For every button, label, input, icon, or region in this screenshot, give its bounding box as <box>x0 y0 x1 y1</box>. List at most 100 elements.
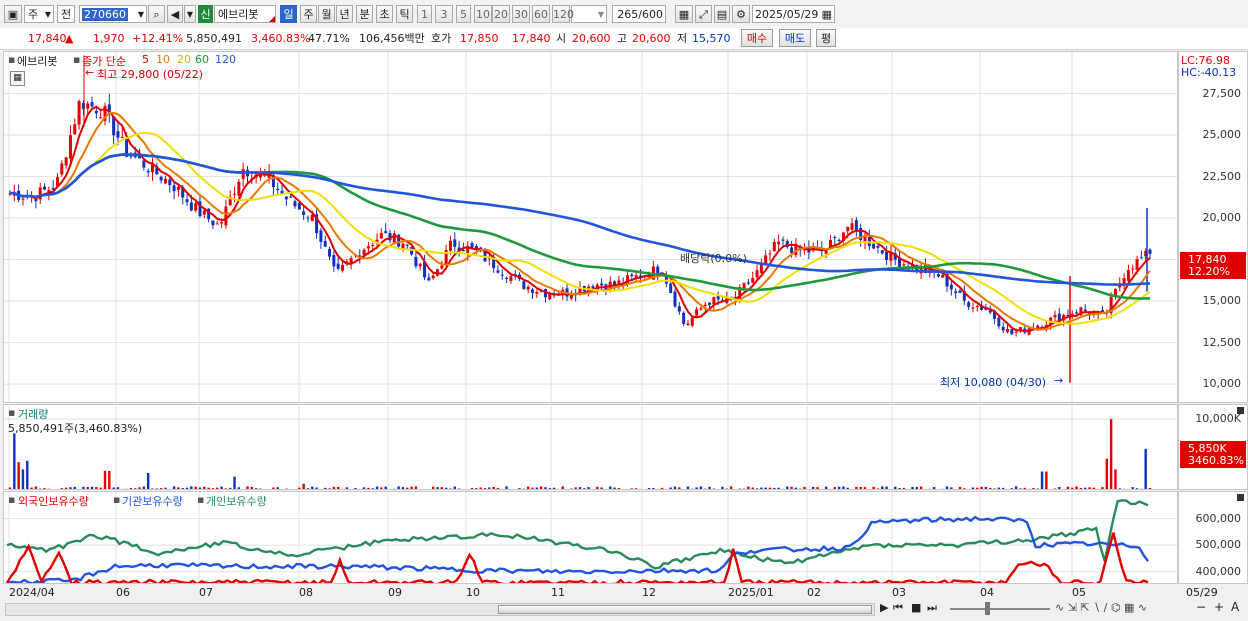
sell-button[interactable]: 매도 <box>779 29 811 47</box>
price-chart[interactable] <box>4 52 1178 403</box>
volume-bar <box>233 476 236 489</box>
x-axis-label: 10 <box>466 586 480 599</box>
period-type-select[interactable]: 주 ▼ <box>24 5 54 23</box>
chevron-down-icon[interactable]: ▼ <box>184 5 196 23</box>
minute-button-5[interactable]: 5 <box>456 5 471 23</box>
eval-button[interactable]: 평 <box>816 29 836 47</box>
volume-bar <box>401 487 405 489</box>
date-picker[interactable]: 2025/05/29 ▦ <box>752 5 835 23</box>
volume-bar <box>457 488 461 489</box>
stock-code-input[interactable]: 270660 ▼ <box>79 5 147 23</box>
volume-chart[interactable] <box>4 405 1178 490</box>
bar-count-field[interactable]: 265/600 <box>612 5 666 23</box>
candle-body <box>185 199 189 203</box>
candle-body <box>427 277 431 281</box>
price-chart-panel[interactable]: ▪ 에브리봇 ▪ 종가 단순 5 10 20 60 120 ▦ ← 최고 29,… <box>3 51 1178 403</box>
x-axis-label: 08 <box>299 586 313 599</box>
candle-body <box>1131 268 1135 270</box>
volume-bar <box>99 487 102 489</box>
scrollbar-thumb[interactable] <box>498 605 872 614</box>
candle-body <box>306 217 310 219</box>
scope-button[interactable]: 전 <box>57 5 75 23</box>
minute-button-20[interactable]: 20 <box>492 5 510 23</box>
minute-button-30[interactable]: 30 <box>512 5 530 23</box>
new-listing-badge: 신 <box>198 5 213 23</box>
candle-body <box>954 291 958 294</box>
volume-bar <box>505 486 508 489</box>
volume-bar <box>1040 471 1044 489</box>
interval-tab-1[interactable]: 주 <box>300 5 317 23</box>
candle-body <box>1001 326 1005 331</box>
panel-marker-icon: ▪ <box>113 493 121 506</box>
period-type-value: 주 <box>28 8 39 21</box>
scroll-right-icon[interactable]: ▶ <box>880 601 888 614</box>
custom-interval-select[interactable]: ▼ <box>571 5 607 23</box>
fast-forward-icon[interactable]: ⏭ <box>927 601 937 615</box>
volume-bar <box>932 486 936 489</box>
interval-tab-4[interactable]: 분 <box>356 5 373 23</box>
minute-button-3[interactable]: 3 <box>435 5 453 23</box>
interval-tab-5[interactable]: 초 <box>376 5 393 23</box>
zoom-slider[interactable] <box>950 608 1050 610</box>
candle-body <box>146 170 150 173</box>
settings-gear-icon[interactable]: ⚙ <box>732 5 750 23</box>
volume-bar <box>907 489 909 490</box>
buy-button[interactable]: 매수 <box>741 29 773 47</box>
interval-tab-6[interactable]: 틱 <box>396 5 413 23</box>
candle-body <box>677 306 681 312</box>
zoom-in-icon[interactable]: + <box>1214 600 1224 614</box>
holdings-panel[interactable]: ▪ 외국인보유수량 ▪ 기관보유수량 ▪ 개인보유수량 <box>3 491 1178 584</box>
search-icon[interactable]: ⌕ <box>148 5 165 23</box>
volume-bar <box>1075 486 1078 489</box>
volume-bar <box>496 487 500 489</box>
candle-body <box>202 210 206 215</box>
minute-button-1[interactable]: 1 <box>417 5 432 23</box>
save-icon[interactable]: ▤ <box>714 5 730 23</box>
stop-icon[interactable]: ■ <box>911 601 921 614</box>
horizontal-scrollbar[interactable] <box>5 603 875 616</box>
volume-bar <box>1014 486 1018 489</box>
auto-scale-icon[interactable]: A <box>1231 600 1239 614</box>
volume-bar <box>423 489 425 490</box>
volume-bar <box>699 486 703 489</box>
volume-bar <box>1001 487 1005 489</box>
chart-tool-icons[interactable]: ∿ ⇲ ⇱ ∖ ∕ ⌬ ▦ ∿ <box>1055 601 1147 614</box>
bar-count-max: /600 <box>638 8 663 21</box>
volume-bar <box>220 486 223 489</box>
volume-bar <box>963 488 966 489</box>
minute-button-10[interactable]: 10 <box>474 5 492 23</box>
zoom-out-icon[interactable]: − <box>1196 600 1206 614</box>
volume-bar <box>52 489 54 490</box>
volume-bar <box>82 486 85 489</box>
draw-line-icon[interactable]: ⤢ <box>695 5 712 23</box>
interval-tab-2[interactable]: 월 <box>318 5 335 23</box>
ma-period-20: 20 <box>177 53 191 66</box>
candle-body <box>708 302 712 305</box>
volume-bar <box>198 487 202 489</box>
stock-name-value: 에브리봇 <box>218 8 259 21</box>
calculator-icon[interactable]: ▦ <box>10 71 25 86</box>
sound-icon[interactable]: ◀ <box>167 5 183 23</box>
volume-axis: 10,000K 5,850K 3460.83% <box>1178 404 1248 490</box>
volume-bar <box>151 488 154 489</box>
right-arrow-icon: → <box>1054 374 1064 387</box>
interval-tab-0[interactable]: 일 <box>280 5 297 23</box>
volume-panel[interactable]: ▪ 거래량 5,850,491주(3,460.83%) <box>3 404 1178 490</box>
stock-name-field[interactable]: 에브리봇 <box>214 5 276 23</box>
window-layout-icon[interactable]: ▣ <box>4 5 22 23</box>
volume-bar <box>362 487 366 489</box>
rewind-icon[interactable]: ⏮ <box>893 601 903 615</box>
interval-tab-3[interactable]: 년 <box>336 5 353 23</box>
close-panel-icon[interactable] <box>1237 494 1244 501</box>
x-right-label: 05/29 <box>1186 586 1218 599</box>
chart-tools-icon[interactable]: ▦ <box>675 5 693 23</box>
bar-count-value: 265 <box>617 8 639 21</box>
volume-bar <box>194 486 197 489</box>
volume-bar <box>224 488 228 489</box>
minute-button-60[interactable]: 60 <box>532 5 550 23</box>
volume-bar <box>941 488 944 489</box>
zoom-slider-thumb[interactable] <box>985 602 990 615</box>
volume-bar <box>950 487 953 489</box>
volume-bar <box>264 489 266 490</box>
minute-button-120[interactable]: 120 <box>552 5 574 23</box>
